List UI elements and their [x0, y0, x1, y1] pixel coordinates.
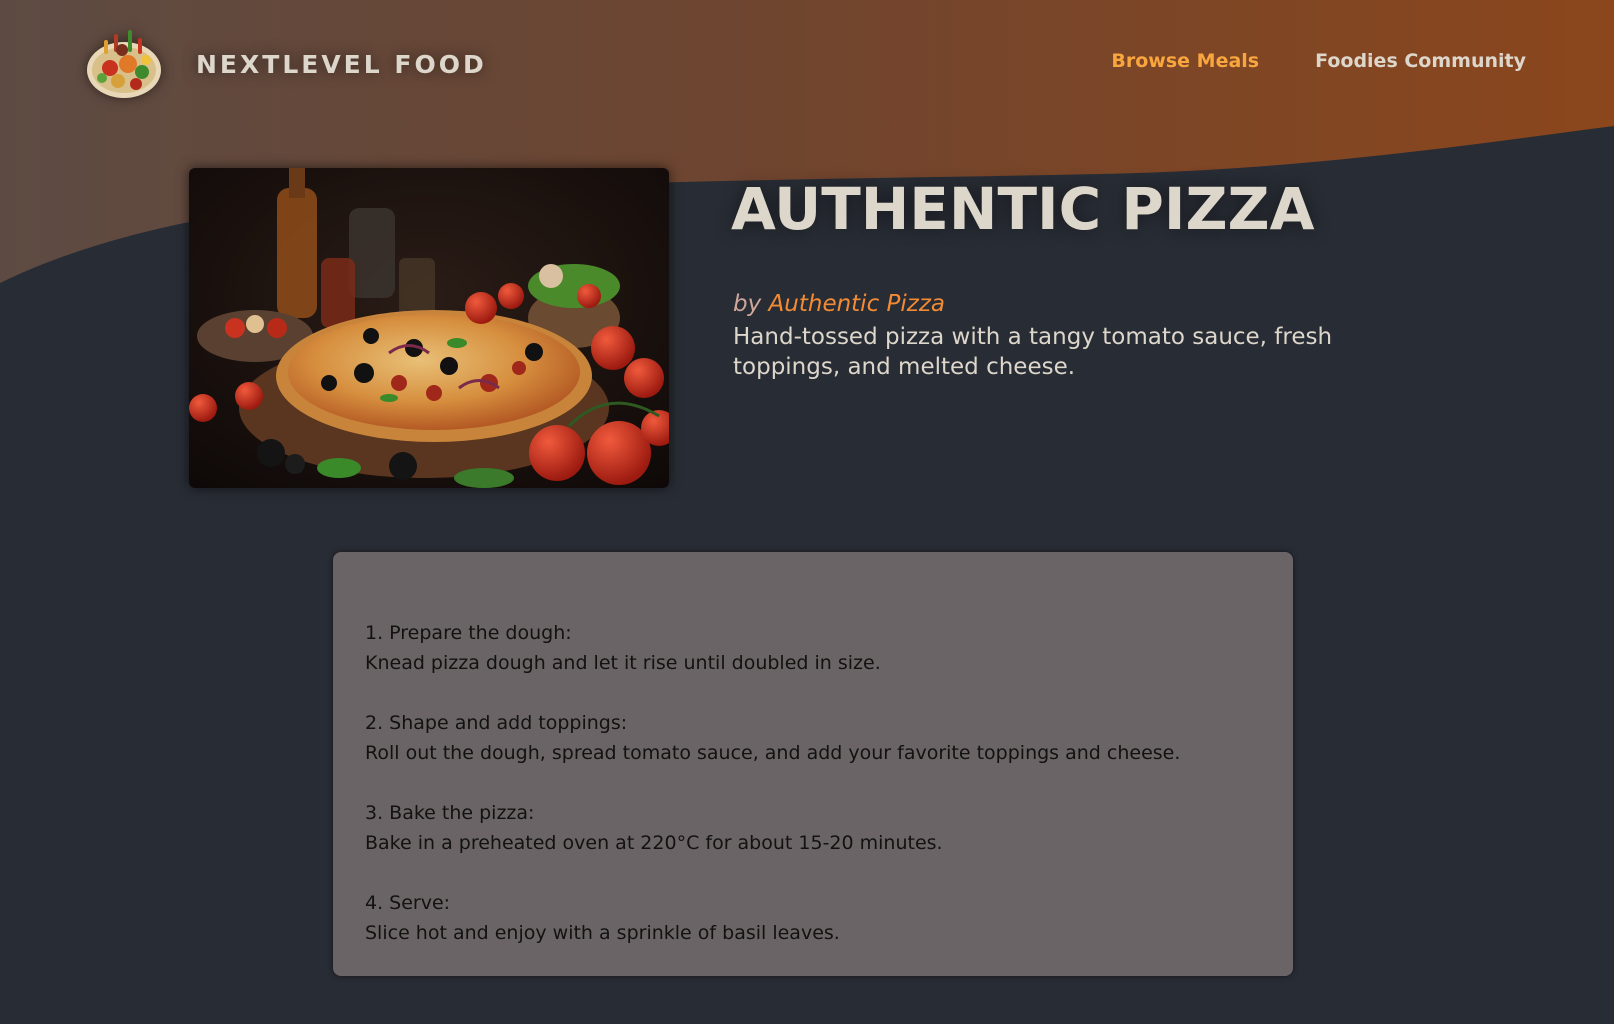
page: NEXTLEVEL FOOD Browse Meals Foodies Comm… — [0, 0, 1614, 1024]
nav-foodies-community-link[interactable]: Foodies Community — [1315, 50, 1526, 72]
step-title: 3. Bake the pizza: — [365, 802, 535, 824]
step-text: Slice hot and enjoy with a sprinkle of b… — [365, 922, 840, 944]
meal-title: AUTHENTIC PIZZA — [731, 175, 1315, 243]
step-text: Knead pizza dough and let it rise until … — [365, 652, 881, 674]
meal-summary: Hand-tossed pizza with a tangy tomato sa… — [733, 324, 1333, 380]
step-title: 4. Serve: — [365, 892, 451, 914]
food-plate-logo-icon — [87, 30, 161, 98]
meal-creator: by Authentic Pizza — [733, 291, 945, 317]
creator-email-link[interactable]: Authentic Pizza — [769, 291, 946, 317]
instruction-step: 3. Bake the pizza: Bake in a preheated o… — [365, 798, 1261, 858]
site-logo-text: NEXTLEVEL FOOD — [196, 49, 487, 79]
site-header: NEXTLEVEL FOOD Browse Meals Foodies Comm… — [0, 0, 1614, 130]
meal-image — [189, 168, 669, 488]
instruction-step: 2. Shape and add toppings: Roll out the … — [365, 708, 1261, 768]
nav-browse-meals-link[interactable]: Browse Meals — [1111, 50, 1259, 72]
home-logo-link[interactable]: NEXTLEVEL FOOD — [84, 26, 487, 102]
step-title: 2. Shape and add toppings: — [365, 712, 628, 734]
instruction-step: 4. Serve: Slice hot and enjoy with a spr… — [365, 888, 1261, 948]
instruction-step: 1. Prepare the dough: Knead pizza dough … — [365, 618, 1261, 678]
creator-prefix: by — [733, 291, 769, 317]
meal-instructions: 1. Prepare the dough: Knead pizza dough … — [333, 552, 1293, 976]
step-text: Roll out the dough, spread tomato sauce,… — [365, 742, 1181, 764]
step-title: 1. Prepare the dough: — [365, 622, 572, 644]
main-navigation: Browse Meals Foodies Community — [1111, 50, 1526, 72]
pizza-photo-icon — [189, 168, 669, 488]
step-text: Bake in a preheated oven at 220°C for ab… — [365, 832, 943, 854]
